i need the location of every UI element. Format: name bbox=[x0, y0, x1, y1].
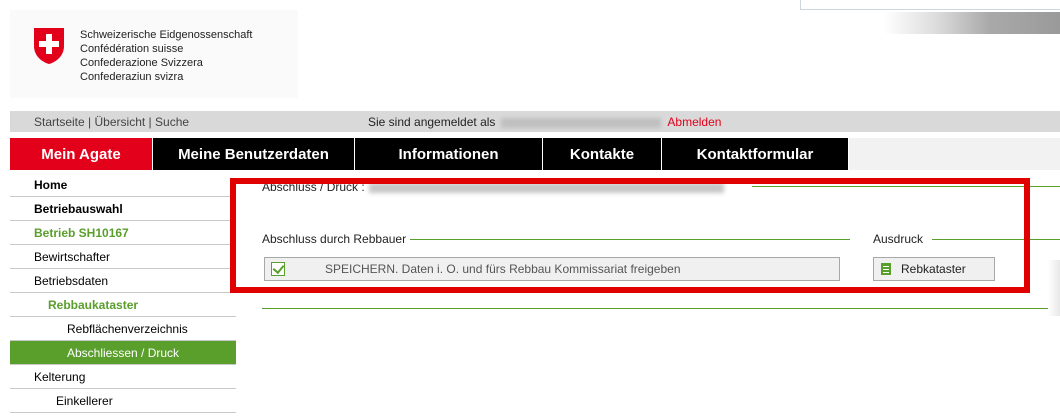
link-uebersicht[interactable]: Übersicht bbox=[95, 115, 146, 129]
sidebar-item-bewirtschafter[interactable]: Bewirtschafter bbox=[10, 245, 236, 269]
top-nav-links: Startseite | Übersicht | Suche bbox=[34, 115, 189, 129]
nav-separator: | bbox=[88, 115, 92, 129]
login-status: Sie sind angemeldet als Abmelden bbox=[368, 115, 721, 129]
swiss-flag-icon bbox=[34, 28, 64, 64]
highlight-frame bbox=[230, 178, 1030, 293]
sidebar-item-betrieb[interactable]: Betrieb SH10167 bbox=[10, 221, 236, 245]
login-prefix: Sie sind angemeldet als bbox=[368, 115, 496, 129]
sidebar-item-home[interactable]: Home bbox=[10, 173, 236, 197]
top-nav-bar: Startseite | Übersicht | Suche Sie sind … bbox=[10, 111, 1060, 132]
link-suche[interactable]: Suche bbox=[155, 115, 189, 129]
sidebar-item-abschliessen-druck[interactable]: Abschliessen / Druck bbox=[10, 341, 236, 365]
sidebar: Home Betriebauswahl Betrieb SH10167 Bewi… bbox=[10, 173, 236, 413]
sidebar-item-rebflaechenverzeichnis[interactable]: Rebflächenverzeichnis bbox=[10, 317, 236, 341]
link-startseite[interactable]: Startseite bbox=[34, 115, 85, 129]
sidebar-item-einkellerer[interactable]: Einkellerer bbox=[10, 389, 236, 413]
top-right-panel bbox=[800, 0, 1060, 10]
username-redacted bbox=[501, 117, 662, 128]
confederation-names: Schweizerische Eidgenossenschaft Confédé… bbox=[80, 28, 252, 84]
conf-line-it: Confederazione Svizzera bbox=[80, 57, 203, 69]
sidebar-item-kelterung[interactable]: Kelterung bbox=[10, 365, 236, 389]
menu-kontakte[interactable]: Kontakte bbox=[543, 138, 662, 170]
menu-informationen[interactable]: Informationen bbox=[355, 138, 543, 170]
conf-line-rm: Confederaziun svizra bbox=[80, 71, 184, 83]
menu-meine-benutzerdaten[interactable]: Meine Benutzerdaten bbox=[153, 138, 355, 170]
scroll-shadow bbox=[1048, 260, 1060, 316]
menu-kontaktformular[interactable]: Kontaktformular bbox=[662, 138, 849, 170]
conf-line-de: Schweizerische Eidgenossenschaft bbox=[80, 29, 253, 41]
sidebar-item-rebbaukataster[interactable]: Rebbaukataster bbox=[10, 293, 236, 317]
header: Schweizerische Eidgenossenschaft Confédé… bbox=[10, 10, 298, 98]
sidebar-item-betriebauswahl[interactable]: Betriebauswahl bbox=[10, 197, 236, 221]
menu-mein-agate[interactable]: Mein Agate bbox=[10, 138, 153, 170]
sidebar-item-betriebsdaten[interactable]: Betriebsdaten bbox=[10, 269, 236, 293]
conf-line-fr: Confédération suisse bbox=[80, 43, 184, 55]
bottom-rule bbox=[262, 308, 1060, 309]
nav-separator: | bbox=[148, 115, 152, 129]
main-menu: Mein Agate Meine Benutzerdaten Informati… bbox=[10, 138, 1060, 170]
logout-link[interactable]: Abmelden bbox=[667, 115, 721, 129]
header-gradient-banner bbox=[884, 12, 1060, 34]
